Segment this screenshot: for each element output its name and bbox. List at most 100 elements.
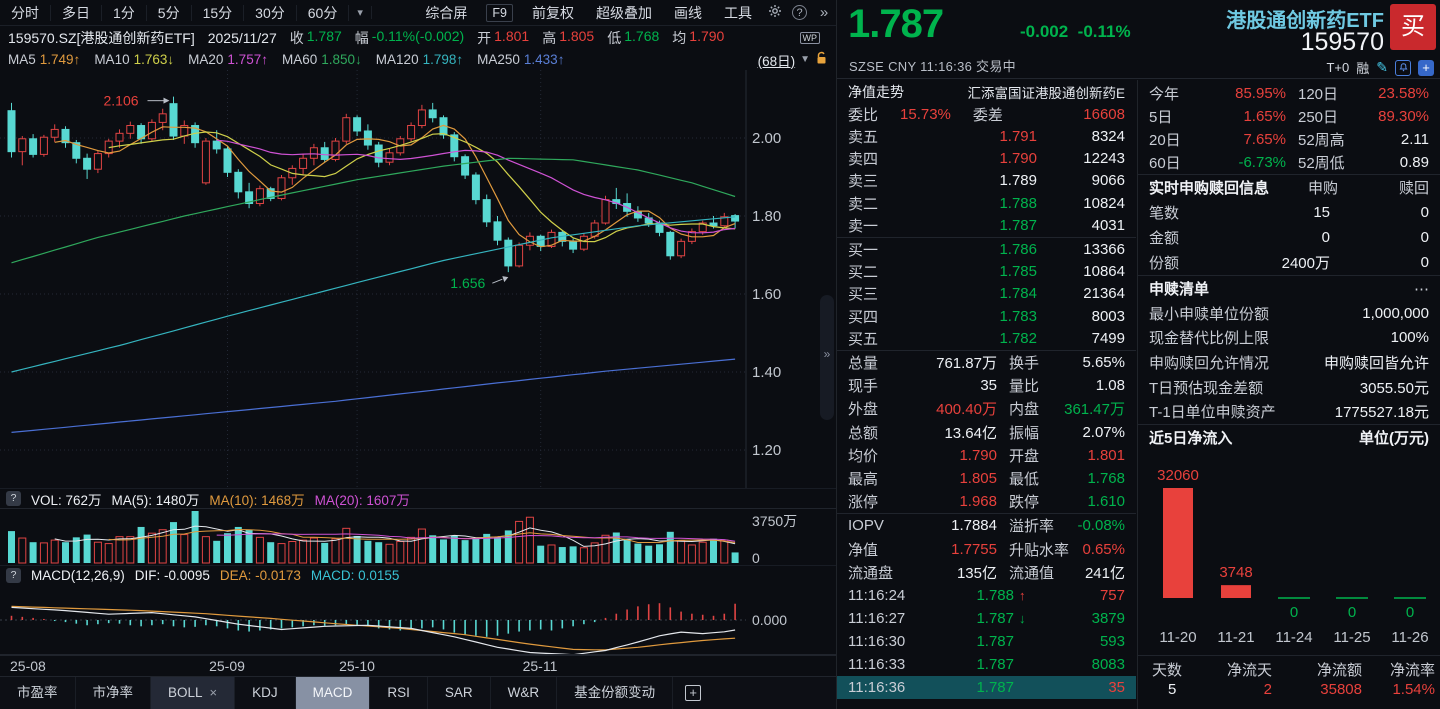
ma-legend-MA60: MA601.850↓ <box>282 52 362 67</box>
level-volume: 10864 <box>1083 263 1125 280</box>
buy-row-买四[interactable]: 买四1.7838003 <box>837 305 1136 327</box>
perf-label: 250日 <box>1298 106 1338 127</box>
tab-label: W&R <box>508 677 540 709</box>
menu-综合屏[interactable]: 综合屏 <box>414 0 478 26</box>
alert-bell-icon[interactable] <box>1395 60 1411 76</box>
period-tab-多日[interactable]: 多日 <box>51 5 102 21</box>
macd-help-icon[interactable]: ? <box>6 568 21 583</box>
ma-legend-MA250: MA2501.433↑ <box>477 52 564 67</box>
indicator-tabbar: 市盈率市净率BOLL×KDJMACD RSI SAR W&R 基金份额变动+ <box>0 676 836 709</box>
level-volume: 10824 <box>1083 195 1125 212</box>
lock-icon[interactable] <box>815 51 828 68</box>
redeem-label: T-1日单位申赎资产 <box>1149 401 1276 422</box>
help-icon[interactable]: ? <box>792 5 807 20</box>
tab-W&R[interactable]: W&R <box>491 677 558 709</box>
tick-row-11:16:36[interactable]: 11:16:36 1.787 35 <box>837 676 1136 699</box>
more-chevron-icon[interactable]: » <box>812 4 836 21</box>
menu-画线[interactable]: 画线 <box>663 0 713 26</box>
wp-badge-icon[interactable]: WP <box>800 32 821 44</box>
svg-text:3748: 3748 <box>1219 564 1252 581</box>
tick-price: 1.787 <box>952 656 1014 673</box>
tab-BOLL[interactable]: BOLL× <box>151 677 235 709</box>
vol-help-icon[interactable]: ? <box>6 491 21 506</box>
security-code: 159570 <box>1301 28 1384 57</box>
perf-label: 60日 <box>1149 152 1181 173</box>
sell-row-卖五[interactable]: 卖五1.7918324 <box>837 125 1136 147</box>
sell-row-卖三[interactable]: 卖三1.7899066 <box>837 170 1136 192</box>
menu-超级叠加[interactable]: 超级叠加 <box>585 0 663 26</box>
stat-value: 1.968 <box>907 493 997 510</box>
ma-value: 1.763↓ <box>134 52 175 67</box>
high-value: 1.805 <box>559 28 594 48</box>
tab-MACD[interactable]: MACD <box>296 677 371 709</box>
buy-row-买五[interactable]: 买五1.7827499 <box>837 328 1136 350</box>
range-caret-icon[interactable]: ▼ <box>800 54 810 65</box>
net-inflow-title: 近5日净流入 <box>1149 427 1232 448</box>
tab-市盈率[interactable]: 市盈率 <box>0 677 76 709</box>
level-volume: 13366 <box>1083 241 1125 258</box>
period-tab-15分[interactable]: 15分 <box>192 5 245 21</box>
flow-footer-label: 净流率 <box>1390 659 1435 680</box>
redeem-value: 1775527.18元 <box>1335 401 1429 422</box>
menu-前复权[interactable]: 前复权 <box>521 0 585 26</box>
more-ellipsis-icon[interactable]: ⋯ <box>1414 280 1429 298</box>
level-volume: 7499 <box>1092 330 1125 347</box>
tab-市净率[interactable]: 市净率 <box>76 677 152 709</box>
range-selector[interactable]: (68日) <box>758 50 796 70</box>
ma-legend-bar: MA51.749↑MA101.763↓MA201.757↑MA601.850↓M… <box>0 49 836 70</box>
ma-value: 1.850↓ <box>321 52 362 67</box>
sell-row-卖二[interactable]: 卖二1.78810824 <box>837 192 1136 214</box>
menu-工具[interactable]: 工具 <box>713 0 763 26</box>
gear-icon[interactable] <box>763 4 787 21</box>
volume-pane[interactable]: 3750万0 <box>0 508 836 565</box>
tick-row-11:16:27[interactable]: 11:16:271.787↓3879 <box>837 607 1136 630</box>
tick-time: 11:16:36 <box>848 679 905 696</box>
level-price: 1.784 <box>957 285 1037 302</box>
kline-chart[interactable]: 2.1061.6562.001.801.601.401.20 <box>0 70 836 488</box>
tab-label: RSI <box>387 677 410 709</box>
tick-row-11:16:33[interactable]: 11:16:331.7878083 <box>837 653 1136 676</box>
level-price: 1.783 <box>957 308 1037 325</box>
stat-value: 0.65% <box>1082 541 1125 558</box>
buy-button[interactable]: 买 <box>1390 4 1436 50</box>
period-tab-5分[interactable]: 5分 <box>147 5 192 21</box>
buy-row-买三[interactable]: 买三1.78421364 <box>837 283 1136 305</box>
subs-redeem-value: 0 <box>1421 204 1429 221</box>
high-label: 高 <box>542 28 556 48</box>
stat-value: 361.47万 <box>1064 398 1125 419</box>
stat-value: 761.87万 <box>907 352 997 373</box>
ma-value: 1.757↑ <box>227 52 268 67</box>
edit-pencil-icon[interactable]: ✎ <box>1376 59 1388 76</box>
flow-footer-value: 35808 <box>1320 681 1362 698</box>
add-watchlist-icon[interactable]: + <box>1418 60 1434 76</box>
menu-F9[interactable]: F9 <box>486 4 513 22</box>
tab-SAR[interactable]: SAR <box>428 677 491 709</box>
buy-row-买二[interactable]: 买二1.78510864 <box>837 260 1136 282</box>
tab-基金份额变动[interactable]: 基金份额变动 <box>557 677 673 709</box>
macd-pane[interactable]: 0.000 <box>0 585 836 655</box>
close-icon[interactable]: × <box>210 677 218 709</box>
stat-row-总额: 总额13.64亿振幅2.07% <box>837 420 1136 443</box>
tick-volume: 35 <box>1108 679 1125 696</box>
period-tab-30分[interactable]: 30分 <box>244 5 297 21</box>
add-indicator-button[interactable]: + <box>673 677 713 709</box>
sell-row-卖四[interactable]: 卖四1.79012243 <box>837 147 1136 169</box>
tab-RSI[interactable]: RSI <box>370 677 428 709</box>
period-tab-分时[interactable]: 分时 <box>0 5 51 21</box>
perf-row-60日: 60日-6.73%52周低0.89 <box>1138 151 1440 174</box>
svg-text:11-26: 11-26 <box>1391 629 1428 646</box>
tab-KDJ[interactable]: KDJ <box>235 677 296 709</box>
period-more-caret-icon[interactable]: ▾ <box>349 6 372 19</box>
sell-row-卖一[interactable]: 卖一1.7874031 <box>837 215 1136 237</box>
svg-text:0: 0 <box>1348 604 1356 621</box>
period-tab-60分[interactable]: 60分 <box>297 5 350 21</box>
tick-price: 1.787 <box>952 679 1014 696</box>
nav-trend-link[interactable]: 净值走势 <box>848 82 904 102</box>
redeem-row-申购赎回允许情况: 申购赎回允许情况申购赎回皆允许 <box>1138 350 1440 375</box>
collapse-handle[interactable]: » <box>820 295 834 420</box>
tick-row-11:16:30[interactable]: 11:16:301.787593 <box>837 630 1136 653</box>
ma-label: MA250 <box>477 52 520 67</box>
tick-row-11:16:24[interactable]: 11:16:241.788↑757 <box>837 584 1136 607</box>
period-tab-1分[interactable]: 1分 <box>102 5 147 21</box>
buy-row-买一[interactable]: 买一1.78613366 <box>837 238 1136 260</box>
